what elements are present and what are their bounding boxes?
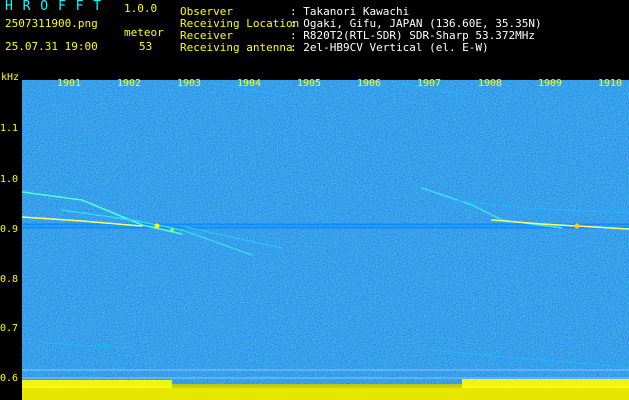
x-tick-label: 1910 [598, 78, 623, 89]
hotspot [154, 223, 160, 229]
y-tick-label: 0.9 [0, 224, 19, 235]
y-axis [0, 72, 22, 400]
hotspot [574, 223, 580, 229]
y-tick-label: 0.7 [0, 323, 19, 334]
x-tick-label: 1909 [538, 78, 563, 89]
x-tick-label: 1905 [297, 78, 322, 89]
y-tick-label: 1.1 [0, 123, 19, 134]
spectrogram-plot [22, 80, 629, 400]
filename-label: 2507311900.png [5, 17, 98, 30]
y-axis-unit: kHz [1, 72, 20, 83]
hroft-spectrogram-window: H R O F F T 1.0.0 2507311900.png meteor … [0, 0, 629, 400]
noise-texture [22, 80, 629, 400]
y-tick-label: 0.6 [0, 373, 19, 384]
x-tick-label: 1907 [417, 78, 442, 89]
meteor-count: 53 [139, 40, 153, 53]
y-tick-label: 0.8 [0, 274, 19, 285]
x-tick-label: 1903 [177, 78, 202, 89]
x-tick-label: 1901 [57, 78, 82, 89]
app-title: H R O F F T [5, 0, 103, 14]
x-tick-label: 1908 [478, 78, 503, 89]
x-tick-label: 1906 [357, 78, 382, 89]
x-tick-label: 1902 [117, 78, 142, 89]
datetime-label: 25.07.31 19:00 [5, 40, 98, 53]
antenna-label: Receiving antenna [180, 41, 293, 54]
antenna-value: : 2el-HB9CV Vertical (el. E-W) [290, 41, 489, 54]
x-axis: 1901 1902 1903 1904 1905 1906 1907 1908 … [22, 78, 629, 92]
app-version: 1.0.0 [124, 2, 158, 15]
y-tick-label: 1.0 [0, 174, 19, 185]
x-tick-label: 1904 [237, 78, 262, 89]
hotspot [170, 228, 174, 232]
meteor-label: meteor [124, 26, 164, 39]
